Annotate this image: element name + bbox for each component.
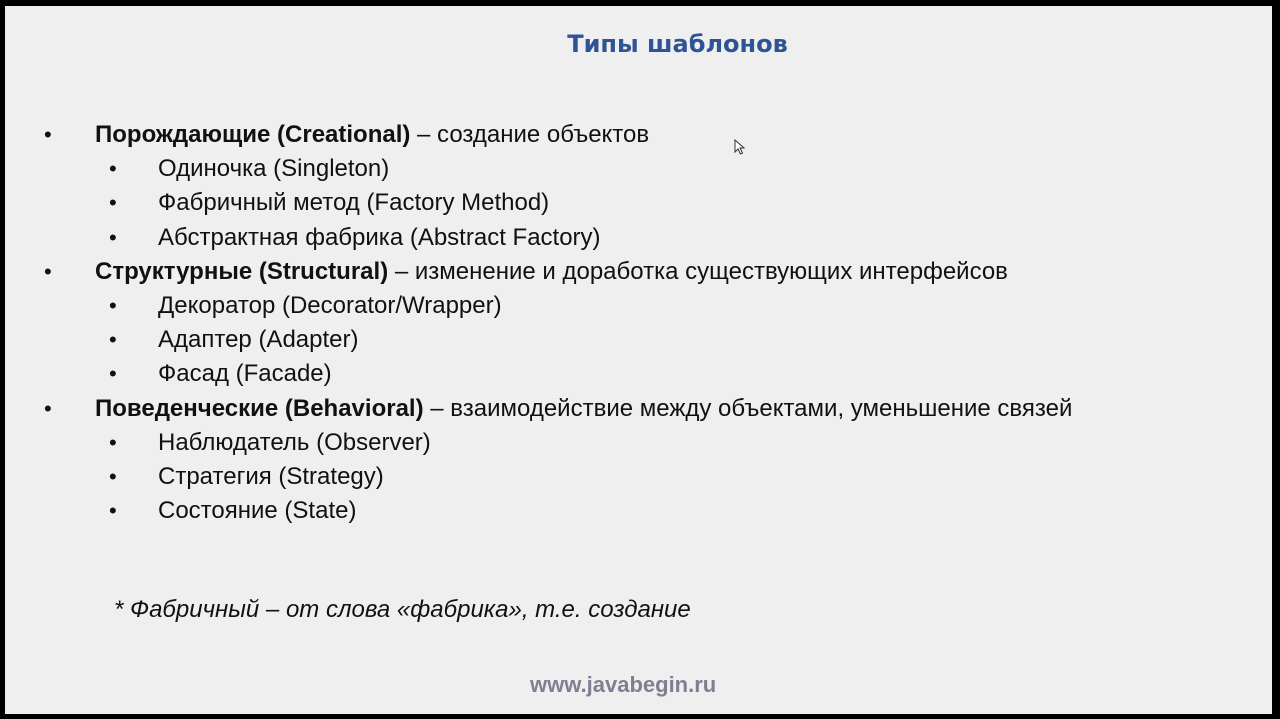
group-head: Структурные (Structural)	[95, 257, 389, 285]
pattern-name: Состояние (State)	[158, 497, 357, 525]
bullet: •	[44, 122, 52, 147]
bullet: •	[109, 498, 117, 524]
slide-title: Типы шаблонов	[567, 30, 788, 58]
group-text: Поведенческие (Behavioral) – взаимодейст…	[95, 392, 1072, 426]
pattern-name: Фасад (Facade)	[158, 360, 332, 388]
bullet: •	[109, 292, 117, 318]
slide: Типы шаблонов • Порождающие (Creational)…	[5, 6, 1272, 714]
pattern-name: Декоратор (Decorator/Wrapper)	[158, 291, 502, 319]
bullet: •	[109, 156, 117, 182]
footnote: * Фабричный – от слова «фабрика», т.е. с…	[114, 596, 691, 623]
bullet: •	[109, 429, 117, 455]
pattern-name: Стратегия (Strategy)	[158, 462, 384, 490]
group-head: Порождающие (Creational)	[95, 121, 411, 148]
bullet: •	[109, 224, 117, 250]
pattern-name: Адаптер (Adapter)	[158, 326, 359, 354]
mouse-pointer-icon	[734, 139, 746, 155]
group-desc: – создание объектов	[410, 121, 650, 148]
pattern-name: Фабричный метод (Factory Method)	[158, 189, 550, 217]
bullet: •	[109, 190, 117, 216]
group-head: Поведенческие (Behavioral)	[95, 394, 424, 422]
bullet: •	[44, 395, 52, 421]
group-text: Порождающие (Creational) – создание объе…	[95, 118, 649, 152]
footer-url[interactable]: www.javabegin.ru	[530, 672, 716, 698]
pattern-name: Наблюдатель (Observer)	[158, 428, 431, 456]
bullet: •	[109, 327, 117, 353]
bullet: •	[109, 361, 117, 387]
pattern-name: Одиночка (Singleton)	[158, 155, 390, 183]
group-desc: – взаимодействие между объектами, уменьш…	[423, 394, 1073, 422]
pattern-name: Абстрактная фабрика (Abstract Factory)	[158, 223, 601, 251]
bullet: •	[44, 258, 52, 284]
group-desc: – изменение и доработка существующих инт…	[388, 257, 1008, 285]
group-text: Структурные (Structural) – изменение и д…	[95, 255, 1008, 289]
bullet: •	[109, 463, 117, 489]
